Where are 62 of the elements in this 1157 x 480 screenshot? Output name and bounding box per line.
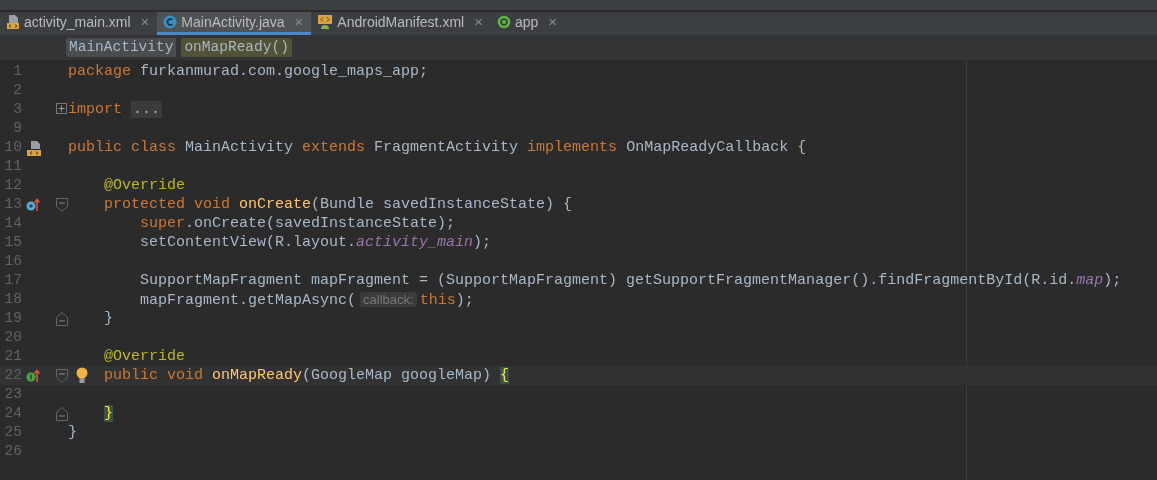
close-tab-button[interactable]: × [548,12,558,32]
module-icon [496,15,511,29]
line-number: 18 [4,290,22,309]
code-text: mapFragment.getMapAsync( [140,292,357,309]
overrides-method-icon [26,197,40,212]
line-number: 23 [4,385,22,404]
close-tab-button[interactable]: × [294,12,304,32]
code-text: package furkanmurad.com.google_maps_app; [68,63,429,80]
line-number: 11 [4,157,22,176]
line-number: 15 [4,233,22,252]
editor-tab[interactable]: app × [490,12,566,35]
code-text: } [104,310,114,327]
line-number: 14 [4,214,22,233]
code-text: SupportMapFragment mapFragment = (SupportMapFragment) getSupportFragmentManager().findFragmentById(R.id.map); [140,272,1122,289]
editor-tab[interactable]: AndroidManifest.xml × [311,12,491,35]
line-number: 16 [4,252,22,271]
class-icon [163,15,178,29]
line-number: 20 [4,328,22,347]
implements-method-icon [26,368,40,383]
code-text: import [68,101,123,118]
line-number: 21 [4,347,22,366]
code-text: setContentView(R.layout.activity_main); [140,234,492,251]
line-number: 9 [13,119,22,138]
matched-brace: } [104,405,114,422]
line-number: 24 [4,404,22,423]
code-text: @Override [104,348,186,365]
line-number: 12 [4,176,22,195]
line-number: 19 [4,309,22,328]
parameter-hint: callback: [360,292,417,307]
line-number: 3 [13,100,22,119]
code-text: this); [419,292,474,309]
line-number: 2 [13,81,22,100]
matched-brace: { [500,367,510,384]
line-number: 26 [4,442,22,461]
collapse-fold-icon[interactable] [56,407,68,421]
expand-fold-icon[interactable] [56,103,67,114]
close-tab-button[interactable]: × [474,12,483,32]
layout-file-icon [26,140,42,157]
code-editor[interactable] [0,60,1157,480]
breadcrumb[interactable]: onMapReady() [181,38,292,57]
line-number: 1 [13,62,22,81]
code-text: public class MainActivity extends FragmentActivity implements OnMapReadyCallback { [68,139,807,156]
manifest-file-icon [317,14,334,30]
lightbulb-icon[interactable] [76,367,88,384]
line-number: 25 [4,423,22,442]
collapse-fold-icon[interactable] [56,312,68,326]
editor-tab[interactable]: activity_main.xml × [0,12,158,35]
line-number: 10 [4,138,22,157]
folded-code: ... [131,101,163,118]
breadcrumb[interactable]: MainActivity [66,38,177,57]
code-text: } [68,424,77,441]
line-number: 17 [4,271,22,290]
collapse-fold-icon[interactable] [56,369,68,383]
close-tab-button[interactable]: × [140,12,150,32]
code-text: protected void onCreate(Bundle savedInstanceState) { [104,196,573,213]
editor-tab[interactable]: MainActivity.java × [157,12,312,35]
code-text: super.onCreate(savedInstanceState); [140,215,456,232]
line-number: 13 [4,195,22,214]
code-text: public void onMapReady(GoogleMap googleMap) [104,367,493,384]
code-text: @Override [104,177,186,194]
layout-file-icon [6,14,20,30]
collapse-fold-icon[interactable] [56,198,68,212]
